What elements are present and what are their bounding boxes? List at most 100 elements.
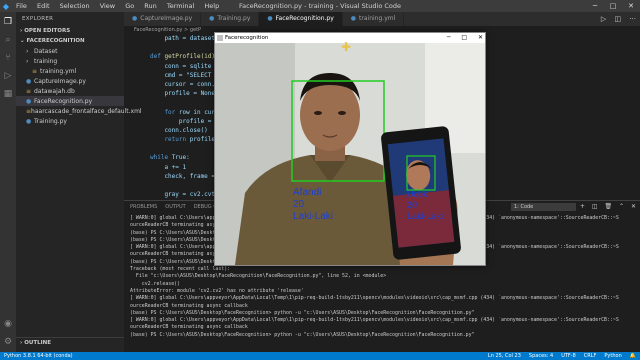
status-item[interactable]: UTF-8	[561, 352, 576, 360]
new-terminal-icon[interactable]: +	[580, 203, 585, 210]
settings-gear-icon[interactable]: ⚙	[0, 334, 16, 350]
code-keyword: def	[150, 53, 165, 61]
file-icon: ≡	[26, 87, 32, 95]
terminal-line: (base) PS C:\Users\ASUS\Desktop\FaceReco…	[130, 331, 475, 338]
python-file-icon: ●	[132, 15, 138, 22]
menu-view[interactable]: View	[100, 2, 115, 10]
label-main-age: 20	[293, 199, 305, 210]
opencv-window-title: Facerecognition	[225, 35, 269, 41]
python-file-icon: ●	[26, 77, 32, 85]
run-debug-icon[interactable]: ▷	[0, 68, 16, 84]
editor-tab-label: FaceRecognition.py	[275, 15, 334, 22]
panel-actions: + ◫ 🗑 ⌃ ✕	[580, 203, 636, 210]
file-tree-item[interactable]: ≡ datawajah.db	[16, 86, 124, 96]
status-item[interactable]: Python	[604, 352, 621, 360]
notifications-bell-icon[interactable]: 🔔	[630, 352, 636, 360]
mouse-cursor-icon: ✚	[341, 40, 352, 54]
title-bar: ◆ File Edit Selection View Go Run Termin…	[0, 0, 640, 12]
activity-bar: ❐ ⌕ ⑂ ▷ ▦ ◉ ⚙	[0, 12, 16, 352]
menu-bar: File Edit Selection View Go Run Terminal…	[12, 2, 223, 10]
python-interpreter[interactable]: Python 3.8.1 64-bit (conda)	[4, 352, 73, 360]
file-tree-label: Dataset	[34, 47, 58, 55]
folder-section[interactable]: ⌄ FACERECOGNITION	[16, 36, 124, 46]
file-tree-item[interactable]: ● CaptureImage.py	[16, 76, 124, 86]
right-eye	[338, 111, 346, 115]
opencv-window[interactable]: Facerecognition ─ □ ✕ Afandi 20 Laki-Lak…	[214, 32, 486, 266]
menu-selection[interactable]: Selection	[60, 2, 90, 10]
code-text: row in cur	[178, 108, 216, 116]
label-main-gender: Laki-Laki	[293, 211, 333, 222]
open-editors-section[interactable]: › OPEN EDITORS	[16, 26, 124, 36]
code-keyword: while	[150, 154, 172, 162]
run-file-icon[interactable]: ▷	[601, 15, 606, 23]
explorer-icon[interactable]: ❐	[0, 14, 16, 30]
terminal-line: [ WARN:0] global C:\Users\appveyor\AppDa…	[130, 317, 619, 324]
file-tree-item[interactable]: › training	[16, 56, 124, 66]
menu-run[interactable]: Run	[144, 2, 156, 10]
label-phone-age: 20	[407, 200, 417, 210]
file-tree-item[interactable]: ● FaceRecognition.py	[16, 96, 124, 106]
status-item[interactable]: CRLF	[584, 352, 597, 360]
maximize-icon[interactable]: □	[604, 0, 622, 12]
code-text: profile	[189, 136, 216, 144]
file-tree-label: training.yml	[40, 67, 77, 75]
maximize-panel-icon[interactable]: ⌃	[619, 203, 624, 210]
folder-chevron-icon: ›	[26, 47, 29, 55]
close-panel-icon[interactable]: ✕	[631, 203, 636, 210]
file-tree-item[interactable]: › Dataset	[16, 46, 124, 56]
terminal-line: [ WARN:0] global C:\Users\appveyor\AppDa…	[130, 295, 619, 302]
editor-tab-label: Training.py	[217, 15, 251, 22]
label-phone-name: Ucok	[407, 189, 428, 199]
panel-tab[interactable]: PROBLEMS	[130, 204, 157, 210]
status-item[interactable]: Spaces: 4	[529, 352, 553, 360]
code-text: gray = cv2.cvt	[150, 191, 216, 199]
status-item[interactable]: Ln 25, Col 23	[488, 352, 521, 360]
code-text: conn.close()	[150, 126, 208, 134]
terminal-line: cv2.release()	[130, 280, 181, 287]
editor-tab-label: CaptureImage.py	[140, 15, 193, 22]
file-tree-label: training	[34, 57, 58, 65]
editor-tab[interactable]: ● FaceRecognition.py	[259, 12, 343, 26]
file-tree-item[interactable]: ≡ haarcascade_frontalface_default.xml	[16, 106, 142, 116]
menu-help[interactable]: Help	[204, 2, 219, 10]
file-tree: › Dataset › training ≡ training.yml ● CaptureIm…	[16, 46, 142, 126]
extensions-icon[interactable]: ▦	[0, 86, 16, 102]
cv-maximize-icon[interactable]: □	[461, 34, 467, 41]
source-control-icon[interactable]: ⑂	[0, 50, 16, 66]
window-controls: ─ □ ✕	[586, 0, 640, 12]
explorer-sidebar: EXPLORER › OPEN EDITORS ⌄ FACERECOGNITIO…	[16, 12, 142, 352]
minimize-icon[interactable]: ─	[586, 0, 604, 12]
menu-edit[interactable]: Edit	[37, 2, 50, 10]
more-actions-icon[interactable]: ···	[629, 15, 636, 23]
menu-go[interactable]: Go	[125, 2, 134, 10]
camera-scene: Afandi 20 Laki-Laki Ucok 20 Laki-Laki	[215, 43, 485, 265]
menu-file[interactable]: File	[16, 2, 27, 10]
label-phone-gender: Laki-Laki	[407, 211, 443, 221]
terminal-line: File "c:\Users\ASUS\Desktop\FaceRecognit…	[130, 273, 387, 280]
search-icon[interactable]: ⌕	[0, 32, 16, 48]
code-text: True:	[171, 154, 190, 162]
accounts-icon[interactable]: ◉	[0, 316, 16, 332]
editor-tab[interactable]: ● CaptureImage.py	[124, 12, 202, 26]
python-file-icon: ●	[209, 15, 215, 22]
editor-tab[interactable]: ● Training.py	[201, 12, 260, 26]
panel-tab[interactable]: OUTPUT	[165, 204, 185, 210]
menu-terminal[interactable]: Terminal	[167, 2, 194, 10]
code-text: conn = sqlite	[150, 62, 212, 70]
split-editor-icon[interactable]: ◫	[614, 15, 621, 23]
editor-tab-label: training.yml	[359, 15, 396, 22]
file-tree-item[interactable]: ● Training.py	[16, 116, 124, 126]
file-tree-label: CaptureImage.py	[34, 77, 86, 85]
split-terminal-icon[interactable]: ◫	[592, 203, 598, 210]
cv-minimize-icon[interactable]: ─	[447, 34, 451, 41]
camera-frame: Afandi 20 Laki-Laki Ucok 20 Laki-Laki	[215, 43, 485, 265]
kill-terminal-icon[interactable]: 🗑	[604, 203, 612, 210]
outline-section[interactable]: › OUTLINE	[16, 337, 132, 348]
editor-tab[interactable]: ● training.yml	[343, 12, 405, 26]
code-text: a += 1	[150, 163, 187, 171]
file-tree-item[interactable]: ≡ training.yml	[16, 66, 124, 76]
terminal-line: ourceReaderCB terminating async callback	[130, 302, 248, 309]
terminal-select[interactable]: 1: Code	[511, 203, 576, 211]
close-icon[interactable]: ✕	[622, 0, 640, 12]
cv-close-icon[interactable]: ✕	[478, 34, 483, 41]
